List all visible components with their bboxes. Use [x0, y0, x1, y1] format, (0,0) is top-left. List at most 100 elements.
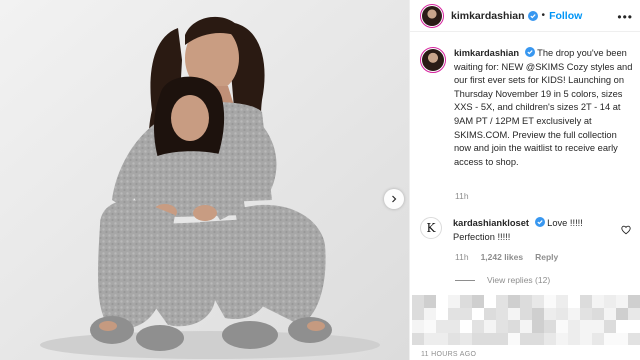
- pixel-cell: [556, 295, 568, 308]
- next-arrow-icon: [392, 195, 397, 203]
- comment-username[interactable]: kardashiankloset: [453, 218, 529, 228]
- pixel-cell: [484, 307, 496, 320]
- pixel-cell: [472, 332, 484, 345]
- pixel-cell: [544, 320, 556, 333]
- pixel-cell: [616, 307, 628, 320]
- pixel-cell: [568, 320, 580, 333]
- pixel-cell: [460, 307, 472, 320]
- pixel-cell: [544, 295, 556, 308]
- pixel-cell: [496, 320, 508, 333]
- pixel-cell: [448, 295, 460, 308]
- pixel-cell: [556, 320, 568, 333]
- comment-text-block: kardashiankloset Love !!!!! Perfection !…: [453, 217, 613, 244]
- header-username[interactable]: kimkardashian: [451, 10, 525, 22]
- pixel-cell: [424, 295, 436, 308]
- caption-text-block: kimkardashian The drop you've been waiti…: [454, 47, 634, 169]
- caption-time[interactable]: 11h: [455, 191, 469, 201]
- pixel-cell: [484, 332, 496, 345]
- pixel-cell: [448, 332, 460, 345]
- reply-button[interactable]: Reply: [535, 252, 558, 262]
- verified-badge-icon: [527, 10, 538, 21]
- pixel-cell: [496, 295, 508, 308]
- post-photo[interactable]: [0, 0, 409, 360]
- commenter-avatar-letter: K: [426, 221, 436, 235]
- pixel-cell: [604, 332, 616, 345]
- view-replies-button[interactable]: View replies (12): [455, 275, 550, 285]
- pixel-cell: [604, 307, 616, 320]
- pixel-cell: [520, 307, 532, 320]
- author-avatar[interactable]: [420, 3, 444, 28]
- pixel-cell: [592, 295, 604, 308]
- pixel-cell: [508, 332, 520, 345]
- more-options-icon[interactable]: •••: [617, 10, 633, 24]
- pixel-cell: [532, 320, 544, 333]
- header-separator: •: [541, 10, 546, 21]
- pixel-cell: [544, 307, 556, 320]
- verified-badge-icon: [524, 47, 535, 57]
- pixel-cell: [604, 320, 616, 333]
- pixel-cell: [580, 307, 592, 320]
- pixel-cell: [616, 295, 628, 308]
- post-caption: kimkardashian The drop you've been waiti…: [420, 47, 635, 169]
- pixel-cell: [592, 320, 604, 333]
- replies-divider-line: [455, 279, 475, 281]
- verified-badge-icon: [534, 217, 545, 227]
- pixel-cell: [460, 320, 472, 333]
- pixel-cell: [568, 307, 580, 320]
- pixel-cell: [496, 332, 508, 345]
- pixel-cell: [556, 332, 568, 345]
- pixel-cell: [460, 332, 472, 345]
- pixel-cell: [568, 295, 580, 308]
- comment-meta: 11h 1,242 likes Reply: [455, 252, 558, 262]
- pixel-cell: [628, 332, 640, 345]
- pixel-cell: [472, 320, 484, 333]
- pixel-cell: [472, 307, 484, 320]
- heart-icon[interactable]: [621, 225, 631, 235]
- pixelated-redacted-area: [412, 295, 640, 345]
- pixel-cell: [484, 320, 496, 333]
- pixel-cell: [520, 295, 532, 308]
- pixel-cell: [604, 295, 616, 308]
- pixel-cell: [628, 320, 640, 333]
- pixel-cell: [532, 295, 544, 308]
- pixel-cell: [412, 295, 424, 308]
- pixel-cell: [472, 295, 484, 308]
- pixel-cell: [508, 295, 520, 308]
- pixel-cell: [544, 332, 556, 345]
- pixel-cell: [460, 295, 472, 308]
- pixel-cell: [436, 295, 448, 308]
- pixel-cell: [628, 307, 640, 320]
- pixel-cell: [448, 320, 460, 333]
- pixel-cell: [412, 332, 424, 345]
- comment-item: K kardashiankloset Love !!!!! Perfection…: [420, 217, 635, 244]
- pixel-cell: [412, 320, 424, 333]
- pixel-cell: [424, 332, 436, 345]
- pixel-cell: [580, 295, 592, 308]
- comment-likes[interactable]: 1,242 likes: [481, 252, 524, 262]
- pixel-cell: [424, 307, 436, 320]
- pixel-cell: [436, 332, 448, 345]
- pixel-cell: [484, 295, 496, 308]
- caption-username[interactable]: kimkardashian: [454, 48, 519, 58]
- next-photo-button[interactable]: [384, 189, 404, 209]
- pixel-cell: [496, 307, 508, 320]
- post-timestamp[interactable]: 11 HOURS AGO: [421, 351, 476, 358]
- pixel-cell: [436, 320, 448, 333]
- photo-scene: [0, 0, 409, 360]
- pixel-cell: [568, 332, 580, 345]
- commenter-avatar[interactable]: K: [420, 217, 442, 239]
- pixel-cell: [412, 307, 424, 320]
- post-header: kimkardashian • Follow •••: [410, 0, 640, 32]
- pixel-cell: [592, 307, 604, 320]
- comment-time[interactable]: 11h: [455, 252, 469, 262]
- pixel-cell: [448, 307, 460, 320]
- caption-avatar[interactable]: [420, 47, 446, 73]
- pixel-cell: [520, 320, 532, 333]
- pixel-cell: [424, 320, 436, 333]
- pixel-cell: [508, 307, 520, 320]
- follow-button[interactable]: Follow: [549, 10, 582, 22]
- pixel-cell: [556, 307, 568, 320]
- pixel-cell: [520, 332, 532, 345]
- pixel-cell: [532, 307, 544, 320]
- pixel-cell: [508, 320, 520, 333]
